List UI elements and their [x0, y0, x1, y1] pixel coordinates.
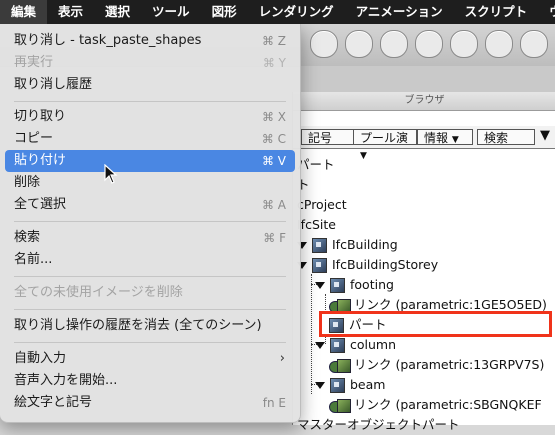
part-icon: [329, 318, 344, 333]
menu-view[interactable]: 表示: [47, 0, 94, 24]
tree-item[interactable]: IfcSite: [297, 215, 336, 235]
menu-item-clear-undo-history[interactable]: 取り消し操作の履歴を消去 (全てのシーン): [5, 315, 295, 337]
menu-window[interactable]: ウイ: [538, 0, 555, 24]
tree-item[interactable]: beam: [315, 375, 385, 395]
toolbar-button[interactable]: [485, 30, 513, 58]
menu-separator: [14, 276, 286, 277]
menu-tools[interactable]: ツール: [141, 0, 201, 24]
object-icon: [312, 258, 327, 273]
tree-item[interactable]: cProject: [297, 195, 347, 215]
menu-edit[interactable]: 編集: [0, 0, 48, 24]
menu-item-start-dictation[interactable]: 音声入力を開始...: [5, 370, 295, 392]
tree-item[interactable]: IfcBuildingStorey: [297, 255, 438, 275]
tree-item[interactable]: マスターオブジェクトパート: [297, 415, 460, 435]
menu-separator: [14, 221, 286, 222]
tree-item[interactable]: IfcBuilding: [297, 235, 398, 255]
browser-tab-bar: 記号 プール演 ▼ 情報 ▼ 検索 ▼: [293, 126, 555, 161]
disclosure-triangle-icon[interactable]: [315, 282, 325, 289]
menu-item-paste[interactable]: 貼り付け ⌘ V: [5, 150, 295, 172]
toolbar-button[interactable]: [520, 30, 548, 58]
edit-menu: 取り消し - task_paste_shapes ⌘ Z 再実行 ⌘ Y 取り消…: [0, 24, 301, 423]
object-icon: [330, 378, 345, 393]
toolbar-button[interactable]: [415, 30, 443, 58]
menu-item-undo-history[interactable]: 取り消し履歴: [5, 74, 295, 96]
mouse-cursor-icon: [104, 164, 118, 184]
toolbar-strip: [300, 66, 555, 93]
menu-script[interactable]: スクリプト: [454, 0, 539, 24]
menu-bar: 編集 表示 選択 ツール 図形 レンダリング アニメーション スクリプト ウイ: [0, 0, 555, 24]
menu-item-cut[interactable]: 切り取り ⌘ X: [5, 106, 295, 128]
menu-rendering[interactable]: レンダリング: [248, 0, 345, 24]
tree-item[interactable]: footing: [315, 275, 394, 295]
disclosure-triangle-icon[interactable]: [315, 342, 325, 349]
menu-item-redo[interactable]: 再実行 ⌘ Y: [5, 52, 295, 74]
menu-separator: [14, 101, 286, 102]
link-icon: [329, 398, 351, 413]
submenu-chevron-icon: ›: [279, 351, 285, 366]
dropdown-arrow-icon: ▼: [451, 135, 459, 145]
menu-separator: [14, 342, 286, 343]
menu-item-undo[interactable]: 取り消し - task_paste_shapes ⌘ Z: [5, 30, 295, 52]
tab-pool[interactable]: プール演 ▼: [353, 129, 417, 161]
columns-dropdown-icon[interactable]: ▼: [540, 128, 550, 143]
dropdown-arrow-icon: ▼: [360, 151, 367, 161]
browser-title: ブラウザ: [293, 92, 555, 111]
toolbar-button[interactable]: [380, 30, 408, 58]
menu-item-copy[interactable]: コピー ⌘ C: [5, 128, 295, 150]
menu-item-find[interactable]: 検索 ⌘ F: [5, 227, 295, 249]
browser-panel: ブラウザ 記号 プール演 ▼ 情報 ▼ 検索 ▼ パート ト cProject …: [292, 92, 555, 432]
tab-symbol[interactable]: 記号: [301, 129, 357, 145]
menu-item-autofill[interactable]: 自動入力 ›: [5, 348, 295, 370]
disclosure-triangle-icon[interactable]: [315, 382, 325, 389]
menu-separator: [14, 309, 286, 310]
tree-item[interactable]: column: [315, 335, 396, 355]
menu-item-name[interactable]: 名前...: [5, 249, 295, 271]
tree-item-pasted-part[interactable]: パート: [329, 315, 387, 335]
menu-shapes[interactable]: 図形: [201, 0, 248, 24]
menu-item-delete[interactable]: 削除: [5, 172, 295, 194]
object-icon: [312, 238, 327, 253]
tree-connector: [311, 274, 312, 394]
menu-item-emoji-symbols[interactable]: 絵文字と記号 fn E: [5, 392, 295, 414]
tab-search[interactable]: 検索: [477, 129, 535, 145]
tree-item[interactable]: リンク (parametric:SBGNQKEF: [329, 395, 542, 415]
tab-info[interactable]: 情報 ▼: [417, 129, 473, 145]
object-icon: [330, 278, 345, 293]
menu-animation[interactable]: アニメーション: [345, 0, 454, 24]
link-icon: [329, 358, 351, 373]
object-icon: [330, 338, 345, 353]
tree-item[interactable]: リンク (parametric:13GRPV7S): [329, 355, 544, 375]
toolbar-button[interactable]: [310, 30, 338, 58]
tree-item[interactable]: パート: [297, 155, 335, 175]
menu-item-delete-unused-images[interactable]: 全ての未使用イメージを削除: [5, 282, 295, 304]
menu-item-select-all[interactable]: 全て選択 ⌘ A: [5, 194, 295, 216]
toolbar-button[interactable]: [450, 30, 478, 58]
toolbar-button[interactable]: [345, 30, 373, 58]
menu-select[interactable]: 選択: [94, 0, 141, 24]
